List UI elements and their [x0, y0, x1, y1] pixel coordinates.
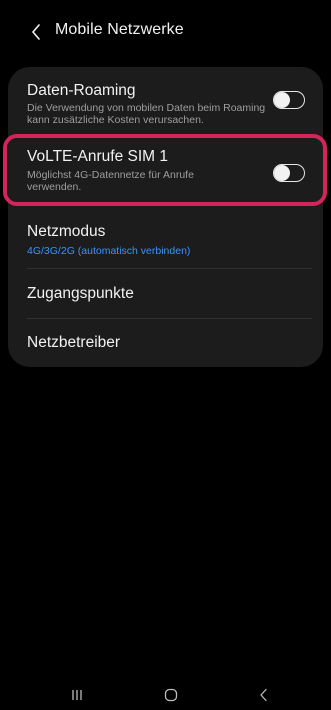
- data-roaming-row[interactable]: Daten-Roaming Die Verwendung von mobilen…: [8, 67, 323, 133]
- data-roaming-subtitle: Die Verwendung von mobilen Daten beim Ro…: [27, 102, 266, 126]
- data-roaming-title: Daten-Roaming: [27, 82, 136, 99]
- navigation-bar: [0, 680, 331, 710]
- chevron-left-icon: [32, 24, 40, 40]
- home-button[interactable]: [156, 682, 186, 708]
- back-chevron-icon: [260, 688, 267, 702]
- volte-toggle[interactable]: [273, 164, 305, 182]
- divider: [27, 268, 312, 269]
- access-points-title: Zugangspunkte: [27, 285, 134, 302]
- divider: [27, 318, 312, 319]
- top-app-bar: Mobile Netzwerke: [0, 0, 331, 62]
- home-icon: [164, 688, 178, 702]
- volte-subtitle: Möglichst 4G-Datennetze für Anrufe verwe…: [27, 169, 194, 193]
- nav-back-button[interactable]: [249, 682, 279, 708]
- network-operators-title: Netzbetreiber: [27, 334, 121, 351]
- page-title: Mobile Netzwerke: [55, 21, 184, 38]
- toggle-knob: [274, 92, 290, 108]
- data-roaming-toggle[interactable]: [273, 91, 305, 109]
- volte-row[interactable]: VoLTE-Anrufe SIM 1 Möglichst 4G-Datennet…: [8, 138, 323, 202]
- access-points-row[interactable]: Zugangspunkte: [8, 270, 323, 316]
- network-operators-row[interactable]: Netzbetreiber: [8, 320, 323, 366]
- toggle-knob: [274, 165, 290, 181]
- volte-title: VoLTE-Anrufe SIM 1: [27, 148, 168, 165]
- recents-icon: [72, 690, 82, 700]
- recents-button[interactable]: [62, 682, 92, 708]
- network-mode-title: Netzmodus: [27, 223, 106, 240]
- network-mode-value: 4G/3G/2G (automatisch verbinden): [27, 245, 191, 257]
- back-button[interactable]: [28, 22, 44, 42]
- network-mode-row[interactable]: Netzmodus 4G/3G/2G (automatisch verbinde…: [8, 212, 323, 266]
